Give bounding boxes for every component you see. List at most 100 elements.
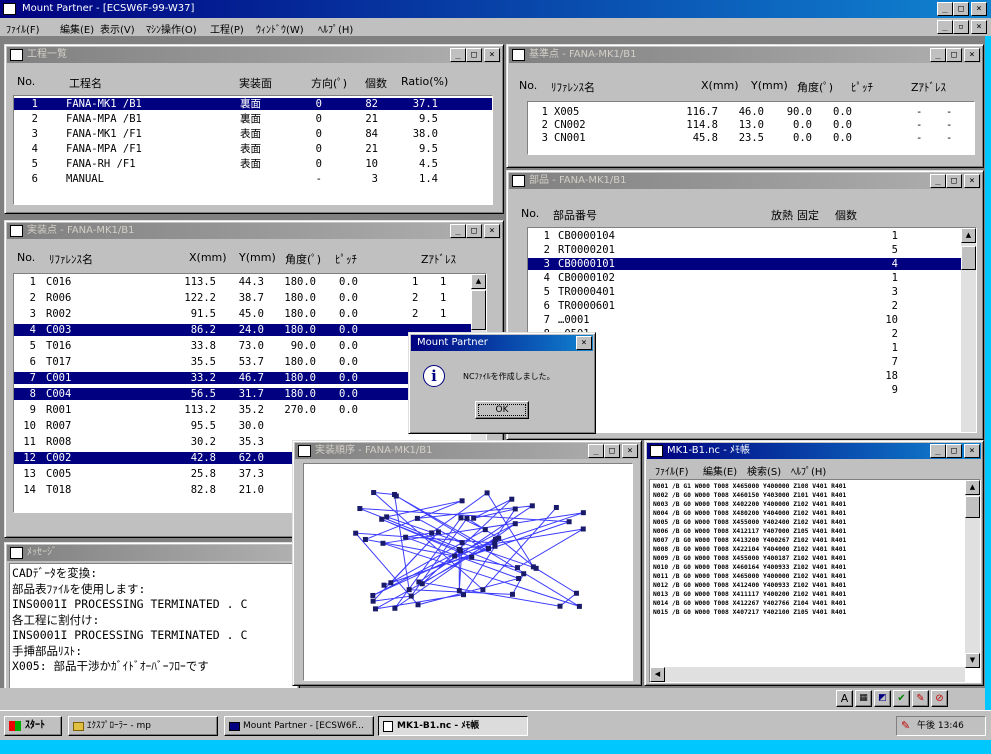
reference-titlebar[interactable]: 基準点 - FANA-MK1/B1 _ □ × [509,47,981,63]
nc-menu-search[interactable]: 検索(S) [747,463,781,478]
nc-menu-file[interactable]: ﾌｧｲﾙ(F) [655,463,689,478]
reference-row[interactable]: 2 CN002 114.8 13.0 0.0 0.0 - - [528,119,974,131]
minimize-button[interactable]: _ [930,48,946,62]
tool-check-button[interactable]: ✔ [893,690,910,707]
path-canvas[interactable] [303,463,633,681]
menu-process[interactable]: 工程(P) [210,21,244,36]
task-mount-partner[interactable]: Mount Partner - [ECSW6F... [224,716,374,736]
maximize-button[interactable]: □ [466,48,482,62]
process-list-titlebar[interactable]: 工程一覧 _ □ × [7,47,501,63]
scroll-up-button[interactable]: ▲ [965,480,980,495]
maximize-button[interactable]: □ [946,48,962,62]
scroll-thumb[interactable] [961,246,976,270]
app-minimize-button[interactable]: _ [937,2,953,16]
maximize-button[interactable]: □ [604,444,620,458]
reference-list[interactable]: 1 X005 116.7 46.0 90.0 0.0- -2 CN002 114.8 13.0 0.… [527,101,975,155]
minimize-button[interactable]: _ [450,224,466,238]
placement-row[interactable]: 3 R002 91.5 45.0 180.0 0.0 2 1 [14,308,486,320]
dialog-close-button[interactable]: × [576,336,592,350]
path-title: 実装順序 - FANA-MK1/B1 [315,445,433,456]
dialog-titlebar[interactable]: Mount Partner × [411,335,593,351]
placement-titlebar[interactable]: 実装点 - FANA-MK1/B1 _ □ × [7,223,501,239]
process-row[interactable]: 5 FANA-RH /F1 表面 0 10 4.5 [14,158,492,170]
log-window[interactable]: ﾒｯｾｰｼﾞ CADﾃﾞｰﾀを変換: 部品表ﾌｧｲﾙを使用します: INS000… [4,542,300,708]
tool-chart-button[interactable]: ◩ [874,690,891,707]
completion-dialog[interactable]: Mount Partner × i NCﾌｧｲﾙを作成しました。 OK [408,332,596,434]
menu-help[interactable]: ﾍﾙﾌﾟ(H) [318,21,353,36]
placement-row[interactable]: 2 R006 122.2 38.7 180.0 0.0 2 1 [14,292,486,304]
maximize-button[interactable]: □ [946,174,962,188]
process-row[interactable]: 1 FANA-MK1 /B1 裏面 0 82 37.1 [14,98,492,110]
minimize-button[interactable]: _ [930,444,946,458]
nc-titlebar[interactable]: MK1-B1.nc - ﾒﾓ帳 _ □ × [647,443,981,459]
menu-view[interactable]: 表示(V) [100,21,135,36]
nc-scrollbar[interactable]: ▲ ▼ [965,480,980,668]
scroll-thumb[interactable] [965,496,980,518]
close-button[interactable]: × [484,48,500,62]
tool-edit-button[interactable]: ✎ [912,690,929,707]
mdi-minimize-button[interactable]: _ [937,20,953,34]
path-titlebar[interactable]: 実装順序 - FANA-MK1/B1 _ □ × [295,443,639,459]
reference-window[interactable]: 基準点 - FANA-MK1/B1 _ □ × No. ﾘﾌｧﾚﾝｽ名 X(mm… [506,44,984,168]
scroll-up-button[interactable]: ▲ [961,228,976,243]
start-button[interactable]: ｽﾀｰﾄ [4,716,62,736]
parts-row[interactable]: 7 …0001 10 [528,314,976,326]
nc-window[interactable]: MK1-B1.nc - ﾒﾓ帳 _ □ × ﾌｧｲﾙ(F) 編集(E) 検索(S… [644,440,984,686]
menu-file[interactable]: ﾌｧｲﾙ(F) [6,21,40,36]
scroll-left-button[interactable]: ◀ [650,667,665,682]
scroll-up-button[interactable]: ▲ [471,274,486,289]
mdi-close-button[interactable]: × [971,20,987,34]
parts-scrollbar[interactable]: ▲ [961,228,976,432]
task-explorer[interactable]: ｴｸｽﾌﾟﾛｰﾗｰ - mp [68,716,218,736]
close-button[interactable]: × [964,174,980,188]
path-window[interactable]: 実装順序 - FANA-MK1/B1 _ □ × [292,440,642,686]
mdi-restore-button[interactable]: ▫ [953,20,969,34]
nc-menu-help[interactable]: ﾍﾙﾌﾟ(H) [791,463,826,478]
maximize-button[interactable]: □ [946,444,962,458]
process-list-window[interactable]: 工程一覧 _ □ × No. 工程名 実装面 方向(ﾟ) 個数 Ratio(%)… [4,44,504,214]
menu-machine[interactable]: ﾏｼﾝ操作(O) [146,21,197,36]
task-notepad[interactable]: MK1-B1.nc - ﾒﾓ帳 [378,716,528,736]
app-maximize-button[interactable]: □ [953,2,969,16]
nc-menu-edit[interactable]: 編集(E) [703,463,737,478]
log-titlebar[interactable]: ﾒｯｾｰｼﾞ [7,545,297,561]
placement-cell: 0.0 [339,388,358,400]
app-close-button[interactable]: × [971,2,987,16]
scroll-down-button[interactable]: ▼ [965,653,980,668]
minimize-button[interactable]: _ [450,48,466,62]
process-row[interactable]: 2 FANA-MPA /B1 裏面 0 21 9.5 [14,113,492,125]
pen-icon[interactable]: ✎ [901,720,910,732]
parts-row[interactable]: 2 RT0000201 5 [528,244,976,256]
close-button[interactable]: × [964,444,980,458]
process-list[interactable]: 1 FANA-MK1 /B1 裏面 0 82 37.1 2 FANA-MPA /B1 裏面 0 21… [13,95,493,205]
reference-row[interactable]: 1 X005 116.7 46.0 90.0 0.0 - - [528,106,974,118]
process-row[interactable]: 3 FANA-MK1 /F1 表面 0 84 38.0 [14,128,492,140]
menu-edit[interactable]: 編集(E) [60,21,94,36]
minimize-button[interactable]: _ [930,174,946,188]
dialog-ok-button[interactable]: OK [475,401,529,419]
placement-row[interactable]: 1 C016 113.5 44.3 180.0 0.0 1 1 [14,276,486,288]
reference-cell: 0.0 [793,119,812,131]
parts-titlebar[interactable]: 部品 - FANA-MK1/B1 _ □ × [509,173,981,189]
process-row[interactable]: 4 FANA-MPA /F1 表面 0 21 9.5 [14,143,492,155]
parts-row[interactable]: 1 CB0000104 1 [528,230,976,242]
tool-text-button[interactable]: A [836,690,853,707]
parts-row[interactable]: 4 CB0000102 1 [528,272,976,284]
maximize-button[interactable]: □ [466,224,482,238]
parts-row[interactable]: 5 TR0000401 3 [528,286,976,298]
close-button[interactable]: × [622,444,638,458]
tool-grid-button[interactable]: ▦ [855,690,872,707]
menu-window[interactable]: ｳｨﾝﾄﾞｳ(W) [256,21,304,36]
nc-text-area[interactable]: N001 /B G1 W000 T008 X465000 Y400000 Z10… [649,479,981,683]
process-row[interactable]: 6 MANUAL - 3 1.4 [14,173,492,185]
close-button[interactable]: × [964,48,980,62]
nc-hscrollbar[interactable]: ◀ [650,667,965,682]
reference-row[interactable]: 3 CN001 45.8 23.5 0.0 0.0 - - [528,132,974,144]
minimize-button[interactable]: _ [588,444,604,458]
close-button[interactable]: × [484,224,500,238]
tool-stop-button[interactable]: ⊘ [931,690,948,707]
parts-row[interactable]: 3 CB0000101 4 [528,258,976,270]
placement-cell: 5 [29,340,36,352]
scroll-thumb[interactable] [471,290,486,330]
parts-row[interactable]: 6 TR0000601 2 [528,300,976,312]
